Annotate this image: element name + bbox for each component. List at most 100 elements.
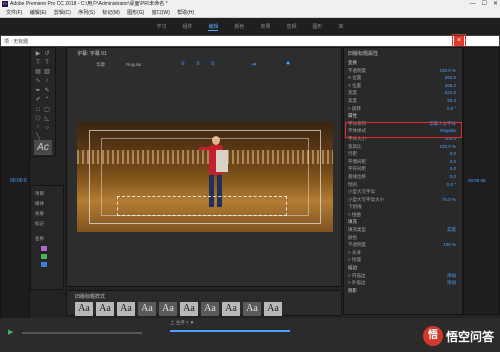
style-swatch[interactable]: Aa xyxy=(264,302,282,316)
property-row[interactable]: 行距 0.0 xyxy=(348,151,462,159)
selection-tool-icon[interactable]: ▶ xyxy=(35,51,41,57)
property-row[interactable]: 高度 93.3 xyxy=(348,98,462,106)
property-value[interactable]: 0.0 ° xyxy=(447,106,456,114)
markers-tab[interactable]: 标记 xyxy=(35,221,44,227)
style-swatch[interactable]: Aa xyxy=(159,302,177,316)
project-tab[interactable]: 项目 xyxy=(35,191,44,197)
style-swatch[interactable]: Aa xyxy=(180,302,198,316)
property-value[interactable]: 100.0 % xyxy=(439,144,456,152)
arc-tool-icon[interactable]: ◜ xyxy=(35,125,41,131)
property-label: 属性 xyxy=(348,113,357,119)
property-value[interactable]: 293.0 xyxy=(445,75,456,83)
property-value[interactable]: 0.0 xyxy=(450,151,456,159)
vertical-type-tool-icon[interactable]: T xyxy=(44,60,50,66)
property-row[interactable]: X 位置 293.0 xyxy=(348,75,462,83)
font-family-select[interactable]: 华康 xyxy=(96,62,105,68)
media-tab[interactable]: 媒体 xyxy=(35,201,44,207)
timeline-playhead-track[interactable] xyxy=(170,330,290,332)
property-section[interactable]: 变换 xyxy=(348,60,462,68)
property-row[interactable]: 宽高比 100.0 % xyxy=(348,144,462,152)
property-value[interactable]: 0.0 xyxy=(450,159,456,167)
property-value[interactable]: 0.0 xyxy=(450,166,456,174)
property-label: X 位置 xyxy=(348,75,362,81)
property-row[interactable]: 下划线 xyxy=(348,204,462,212)
font-style-select[interactable]: Regular xyxy=(126,62,142,67)
property-value[interactable]: 75.0 % xyxy=(442,197,456,205)
property-value[interactable]: 0.0 ° xyxy=(447,182,456,190)
property-row[interactable]: > 旋转 0.0 ° xyxy=(348,106,462,114)
property-label: 宽度 xyxy=(348,90,357,96)
timeline-track[interactable] xyxy=(22,332,142,334)
property-row[interactable]: > 扭曲 xyxy=(348,212,462,220)
style-swatch[interactable]: Aa xyxy=(138,302,156,316)
text-bounding-box[interactable] xyxy=(117,196,287,216)
style-swatch[interactable]: Aa xyxy=(96,302,114,316)
watermark: 悟 悟空问答 xyxy=(422,326,494,346)
rounded-rect-tool-icon[interactable]: ▢ xyxy=(44,107,50,113)
property-row[interactable]: Y 位置 265.2 xyxy=(348,83,462,91)
property-row[interactable]: > 外描边 添加 xyxy=(348,280,462,288)
pen-tool-icon[interactable]: ✒ xyxy=(35,88,41,94)
project-panel: 项目 媒体 效果 标记 名称 xyxy=(30,185,64,290)
align-center-icon[interactable]: ≡ xyxy=(196,61,200,67)
property-value[interactable]: 265.2 xyxy=(445,83,456,91)
property-row[interactable]: 基线位移 0.0 xyxy=(348,174,462,182)
property-row[interactable]: 字符间距 0.0 xyxy=(348,166,462,174)
property-row[interactable]: 不透明度 100 % xyxy=(348,242,462,250)
property-row[interactable]: > 光泽 xyxy=(348,250,462,258)
property-section[interactable]: 阴影 xyxy=(348,288,462,296)
style-swatch[interactable]: Aa xyxy=(75,302,93,316)
property-label: 变换 xyxy=(348,60,357,65)
style-swatch[interactable]: Aa xyxy=(201,302,219,316)
vertical-area-type-icon[interactable]: ▥ xyxy=(44,69,50,75)
rotate-tool-icon[interactable]: ↺ xyxy=(44,51,50,57)
property-value[interactable]: 0.0 xyxy=(450,174,456,182)
background-video-icon[interactable]: ● xyxy=(286,60,290,67)
property-value[interactable]: 添加 xyxy=(447,280,456,288)
style-swatch[interactable]: Aa xyxy=(117,302,135,316)
play-icon[interactable]: ▶ xyxy=(8,328,13,336)
style-swatch[interactable]: Aa xyxy=(222,302,240,316)
video-frame xyxy=(77,122,333,232)
styles-panel: 旧版标题样式 Aa Aa Aa Aa Aa Aa Aa Aa Aa Aa xyxy=(66,290,342,316)
property-section[interactable]: 填充 xyxy=(348,219,462,227)
style-swatch[interactable]: Aa xyxy=(243,302,261,316)
path-type-tool-icon[interactable]: ∿ xyxy=(35,78,41,84)
title-designer-panel: 字幕: 字幕 01 华康 Regular ≡ ≡ ≡ ⇥ ● xyxy=(66,47,342,287)
convert-anchor-icon[interactable]: ⌃ xyxy=(44,97,50,103)
add-anchor-icon[interactable]: ✎ xyxy=(44,88,50,94)
clipped-rect-tool-icon[interactable]: ⬠ xyxy=(35,116,41,122)
property-row[interactable]: > 纹理 xyxy=(348,257,462,265)
delete-anchor-icon[interactable]: ✐ xyxy=(35,97,41,103)
styles-panel-title: 旧版标题样式 xyxy=(75,294,106,300)
property-section[interactable]: 属性 xyxy=(348,113,462,121)
left-side-panel xyxy=(0,47,30,337)
property-row[interactable]: 宽度 521.0 xyxy=(348,90,462,98)
property-row[interactable]: 不透明度 100.0 % xyxy=(348,68,462,76)
property-value[interactable]: 实底 xyxy=(447,227,456,235)
tab-stops-icon[interactable]: ⇥ xyxy=(251,61,256,68)
wedge-tool-icon[interactable]: ◺ xyxy=(44,116,50,122)
vertical-path-type-icon[interactable]: ≀ xyxy=(44,78,50,84)
property-value[interactable]: 521.0 xyxy=(445,90,456,98)
property-value[interactable]: 100.0 % xyxy=(439,68,456,76)
property-value[interactable]: 100 % xyxy=(443,242,456,250)
property-row[interactable]: > 内描边 添加 xyxy=(348,273,462,281)
property-row[interactable]: 小型大写字母 xyxy=(348,189,462,197)
property-label: 描边 xyxy=(348,265,357,271)
rectangle-tool-icon[interactable]: □ xyxy=(35,107,41,113)
align-left-icon[interactable]: ≡ xyxy=(181,61,185,67)
type-tool-icon[interactable]: T xyxy=(35,60,41,66)
ellipse-tool-icon[interactable]: ○ xyxy=(44,125,50,131)
property-row[interactable]: 小型大写字母大小 75.0 % xyxy=(348,197,462,205)
property-section[interactable]: 描边 xyxy=(348,265,462,273)
align-right-icon[interactable]: ≡ xyxy=(211,61,215,67)
property-value[interactable]: 93.3 xyxy=(447,98,456,106)
area-type-tool-icon[interactable]: ▤ xyxy=(35,69,41,75)
property-label: 不透明度 xyxy=(348,242,366,248)
timeline-label[interactable]: 上 主序 7 ▼ xyxy=(170,320,194,326)
right-program-panel: 00:06:06 xyxy=(463,47,500,315)
effects-tab[interactable]: 效果 xyxy=(35,211,44,217)
property-row[interactable]: 倾斜 0.0 ° xyxy=(348,182,462,190)
property-row[interactable]: 填充类型 实底 xyxy=(348,227,462,235)
